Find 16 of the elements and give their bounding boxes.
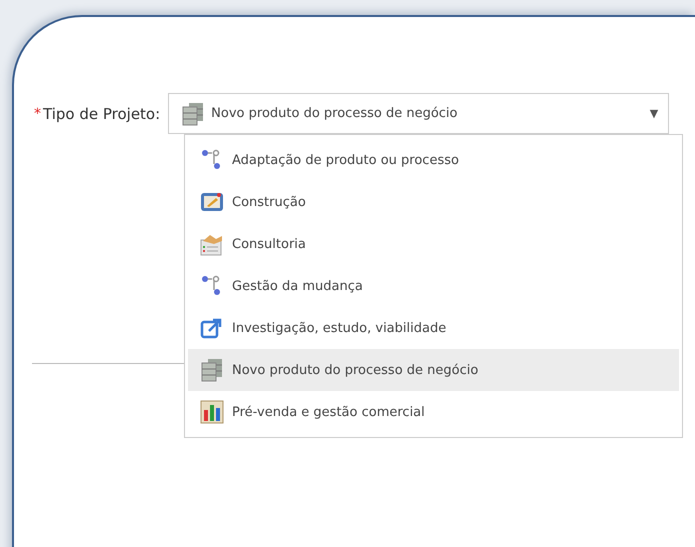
dropdown-option[interactable]: Construção [188,181,679,223]
dropdown-option[interactable]: Novo produto do processo de negócio [188,349,679,391]
server-stack-icon [181,102,206,126]
field-label: Tipo de Projeto: [43,104,160,122]
bar-chart-icon [200,400,224,424]
dropdown-option[interactable]: Adaptação de produto ou processo [188,139,679,181]
handshake-icon [200,232,224,256]
server-stack-icon [200,358,224,382]
external-link-icon [200,316,224,340]
dropdown-option[interactable]: Pré-venda e gestão comercial [188,391,679,433]
required-mark: * [34,106,41,122]
dropdown-option[interactable]: Investigação, estudo, viabilidade [188,307,679,349]
dropdown-option[interactable]: Gestão da mudança [188,265,679,307]
dropdown-option[interactable]: Consultoria [188,223,679,265]
pencil-board-icon [200,190,224,214]
project-type-dropdown[interactable]: Novo produto do processo de negócio ▼ [168,93,670,134]
